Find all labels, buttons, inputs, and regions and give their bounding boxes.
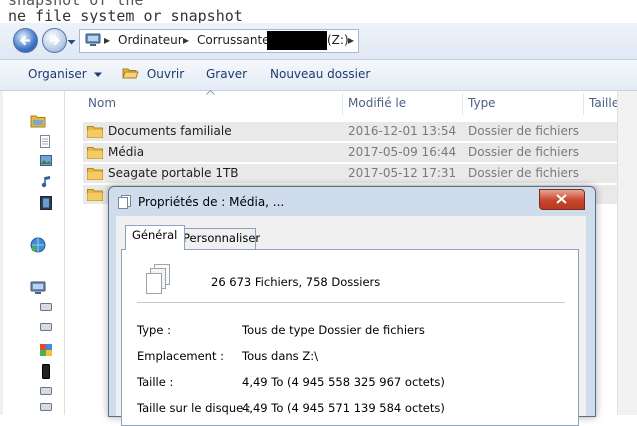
forward-arrow-icon bbox=[50, 35, 61, 46]
breadcrumb-item-computer[interactable]: Ordinateur bbox=[118, 33, 183, 47]
navigation-pane bbox=[0, 91, 65, 415]
history-dropdown[interactable] bbox=[67, 35, 76, 49]
size-label: Taille : bbox=[137, 375, 174, 389]
open-folder-icon bbox=[122, 68, 139, 79]
type-label: Type : bbox=[137, 323, 171, 337]
file-row[interactable]: Documents familiale 2016-12-01 13:54 Dos… bbox=[83, 122, 633, 141]
tab-customize[interactable]: Personnaliser bbox=[177, 228, 260, 251]
column-header-name[interactable]: Nom bbox=[88, 91, 116, 122]
tab-customize-label: Personnaliser bbox=[183, 231, 261, 245]
vertical-scrollbar[interactable] bbox=[617, 91, 637, 415]
files-stack-icon bbox=[118, 195, 131, 209]
organize-button[interactable]: Organiser bbox=[28, 67, 103, 81]
drive-icon[interactable] bbox=[40, 403, 52, 411]
open-button[interactable]: Ouvrir bbox=[122, 67, 184, 81]
file-type: Dossier de fichiers bbox=[468, 145, 580, 159]
folder-icon bbox=[87, 189, 103, 201]
files-stack-icon bbox=[146, 264, 170, 294]
back-button[interactable] bbox=[13, 28, 38, 53]
organize-label: Organiser bbox=[28, 67, 87, 81]
file-row[interactable]: Seagate portable 1TB 2017-05-12 17:31 Do… bbox=[83, 164, 633, 183]
back-arrow-icon bbox=[19, 35, 30, 46]
breadcrumb-separator: ▸ bbox=[348, 33, 355, 47]
computer-icon bbox=[85, 33, 101, 46]
size-on-disk-value: 4,49 To (4 945 571 139 584 octets) bbox=[242, 401, 445, 415]
size-on-disk-label: Taille sur le disque : bbox=[137, 401, 251, 415]
file-modified: 2016-12-01 13:54 bbox=[348, 124, 457, 138]
nav-pane-scroll-edge bbox=[0, 91, 3, 415]
drive-icon[interactable] bbox=[40, 303, 52, 311]
phone-icon[interactable] bbox=[42, 364, 50, 379]
file-name: Seagate portable 1TB bbox=[108, 166, 239, 180]
favorites-folder-icon[interactable] bbox=[30, 114, 46, 128]
column-divider[interactable] bbox=[583, 93, 584, 115]
forward-button[interactable] bbox=[42, 28, 67, 53]
media-library-icon[interactable] bbox=[40, 344, 52, 358]
file-type: Dossier de fichiers bbox=[468, 124, 580, 138]
breadcrumb[interactable]: ▸ Ordinateur ▸ Corrussante (Z:) ▸ bbox=[79, 29, 359, 53]
burn-button[interactable]: Graver bbox=[206, 67, 247, 81]
tab-panel-general: 26 673 Fichiers, 758 Dossiers Type : Tou… bbox=[121, 249, 579, 426]
video-icon[interactable] bbox=[40, 196, 52, 210]
properties-dialog: Propriétés de : Média, ... Général Perso… bbox=[108, 186, 596, 426]
column-divider[interactable] bbox=[462, 93, 463, 115]
close-icon bbox=[556, 194, 567, 204]
chevron-down-icon bbox=[94, 72, 103, 77]
drive-icon[interactable] bbox=[40, 387, 52, 395]
breadcrumb-item-network[interactable]: Corrussante bbox=[197, 33, 270, 47]
picture-icon[interactable] bbox=[40, 155, 52, 166]
address-bar-region: ▸ Ordinateur ▸ Corrussante (Z:) ▸ bbox=[0, 23, 637, 60]
dialog-body: Général Personnaliser 26 673 Fichiers, 7… bbox=[116, 216, 586, 426]
file-modified: 2017-05-09 16:44 bbox=[348, 145, 457, 159]
tab-general[interactable]: Général bbox=[125, 225, 185, 250]
drive-icon[interactable] bbox=[40, 323, 52, 331]
size-value: 4,49 To (4 945 558 325 967 octets) bbox=[242, 375, 445, 389]
location-label: Emplacement : bbox=[137, 349, 225, 363]
file-row[interactable]: Média 2017-05-09 16:44 Dossier de fichie… bbox=[83, 143, 633, 162]
document-icon[interactable] bbox=[40, 135, 50, 148]
file-modified: 2017-05-12 17:31 bbox=[348, 166, 457, 180]
network-icon[interactable] bbox=[30, 237, 46, 253]
divider bbox=[137, 302, 565, 303]
breadcrumb-item-drive[interactable]: (Z:) bbox=[327, 33, 349, 47]
chevron-down-icon bbox=[67, 40, 76, 45]
column-divider[interactable] bbox=[342, 93, 343, 115]
file-type: Dossier de fichiers bbox=[468, 166, 580, 180]
tab-general-label: Général bbox=[132, 228, 178, 242]
close-button[interactable] bbox=[539, 189, 585, 210]
type-value: Tous de type Dossier de fichiers bbox=[242, 323, 425, 337]
sort-ascending-icon bbox=[206, 90, 215, 95]
folder-icon bbox=[87, 168, 103, 180]
column-header-type[interactable]: Type bbox=[468, 91, 496, 122]
file-name: Documents familiale bbox=[108, 124, 232, 138]
folder-icon bbox=[87, 147, 103, 159]
music-icon[interactable] bbox=[41, 175, 51, 188]
breadcrumb-separator: ▸ bbox=[104, 33, 111, 47]
file-name: Média bbox=[108, 145, 145, 159]
folder-icon bbox=[87, 126, 103, 138]
dialog-title: Propriétés de : Média, ... bbox=[138, 195, 285, 209]
column-header-size[interactable]: Taille bbox=[589, 91, 619, 122]
open-label: Ouvrir bbox=[146, 67, 185, 81]
breadcrumb-separator: ▸ bbox=[183, 33, 190, 47]
computer-icon[interactable] bbox=[30, 281, 46, 295]
command-toolbar: Organiser Ouvrir Graver Nouveau dossier bbox=[0, 60, 637, 91]
new-folder-button[interactable]: Nouveau dossier bbox=[270, 67, 370, 81]
location-value: Tous dans Z:\ bbox=[242, 349, 318, 363]
selection-summary: 26 673 Fichiers, 758 Dossiers bbox=[211, 275, 381, 289]
column-header-modified[interactable]: Modifié le bbox=[348, 91, 406, 122]
redacted-block bbox=[267, 31, 327, 50]
